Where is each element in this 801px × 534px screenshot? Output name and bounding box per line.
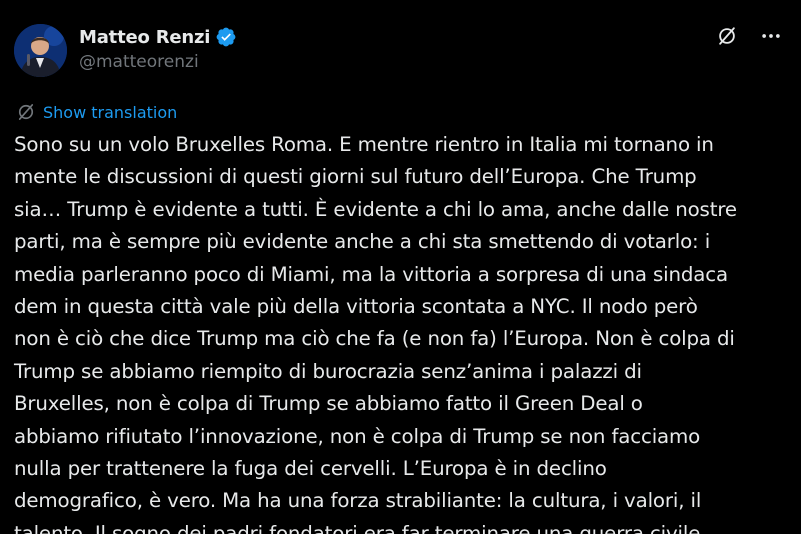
tweet-line: non è ciò che dice Trump ma ciò che fa (…: [14, 327, 735, 351]
tweet-line: talento. Il sogno dei padri fondatori er…: [14, 521, 701, 534]
tweet-line: parti, ma è sempre più evidente anche a …: [14, 230, 711, 254]
author-handle[interactable]: @matteorenzi: [79, 52, 199, 72]
post-actions: [715, 24, 783, 48]
tweet-line: dem in questa città vale più della vitto…: [14, 295, 698, 319]
avatar-image: [14, 24, 67, 77]
tweet-line: Trump se abbiamo riempito di burocrazia …: [14, 359, 642, 383]
verified-badge-icon: [215, 26, 237, 48]
tweet-text: Sono su un volo Bruxelles Roma. E mentre…: [14, 129, 794, 534]
tweet-line: sia… Trump è evidente a tutti. È evident…: [14, 197, 737, 221]
tweet-post: Matteo Renzi @matteorenzi Show translati…: [0, 0, 801, 534]
more-icon[interactable]: [759, 24, 783, 48]
translate-post-icon[interactable]: [715, 24, 739, 48]
tweet-line: media parleranno poco di Miami, ma la vi…: [14, 262, 728, 286]
tweet-line: nulla per trattenere la fuga dei cervell…: [14, 457, 607, 481]
avatar[interactable]: [14, 24, 67, 77]
tweet-line: mente le discussioni di questi giorni su…: [14, 165, 697, 189]
translate-icon: [16, 102, 36, 122]
tweet-line: Sono su un volo Bruxelles Roma. E mentre…: [14, 133, 714, 156]
tweet-line: abbiamo rifiutato l’innovazione, non è c…: [14, 424, 701, 448]
show-translation-link[interactable]: Show translation: [16, 101, 177, 123]
tweet-line: Bruxelles, non è colpa di Trump se abbia…: [14, 392, 643, 416]
tweet-line: demografico, è vero. Ma ha una forza str…: [14, 489, 702, 513]
show-translation-label[interactable]: Show translation: [43, 103, 177, 122]
author-name[interactable]: Matteo Renzi: [79, 27, 210, 48]
author-name-row[interactable]: Matteo Renzi: [79, 24, 237, 50]
